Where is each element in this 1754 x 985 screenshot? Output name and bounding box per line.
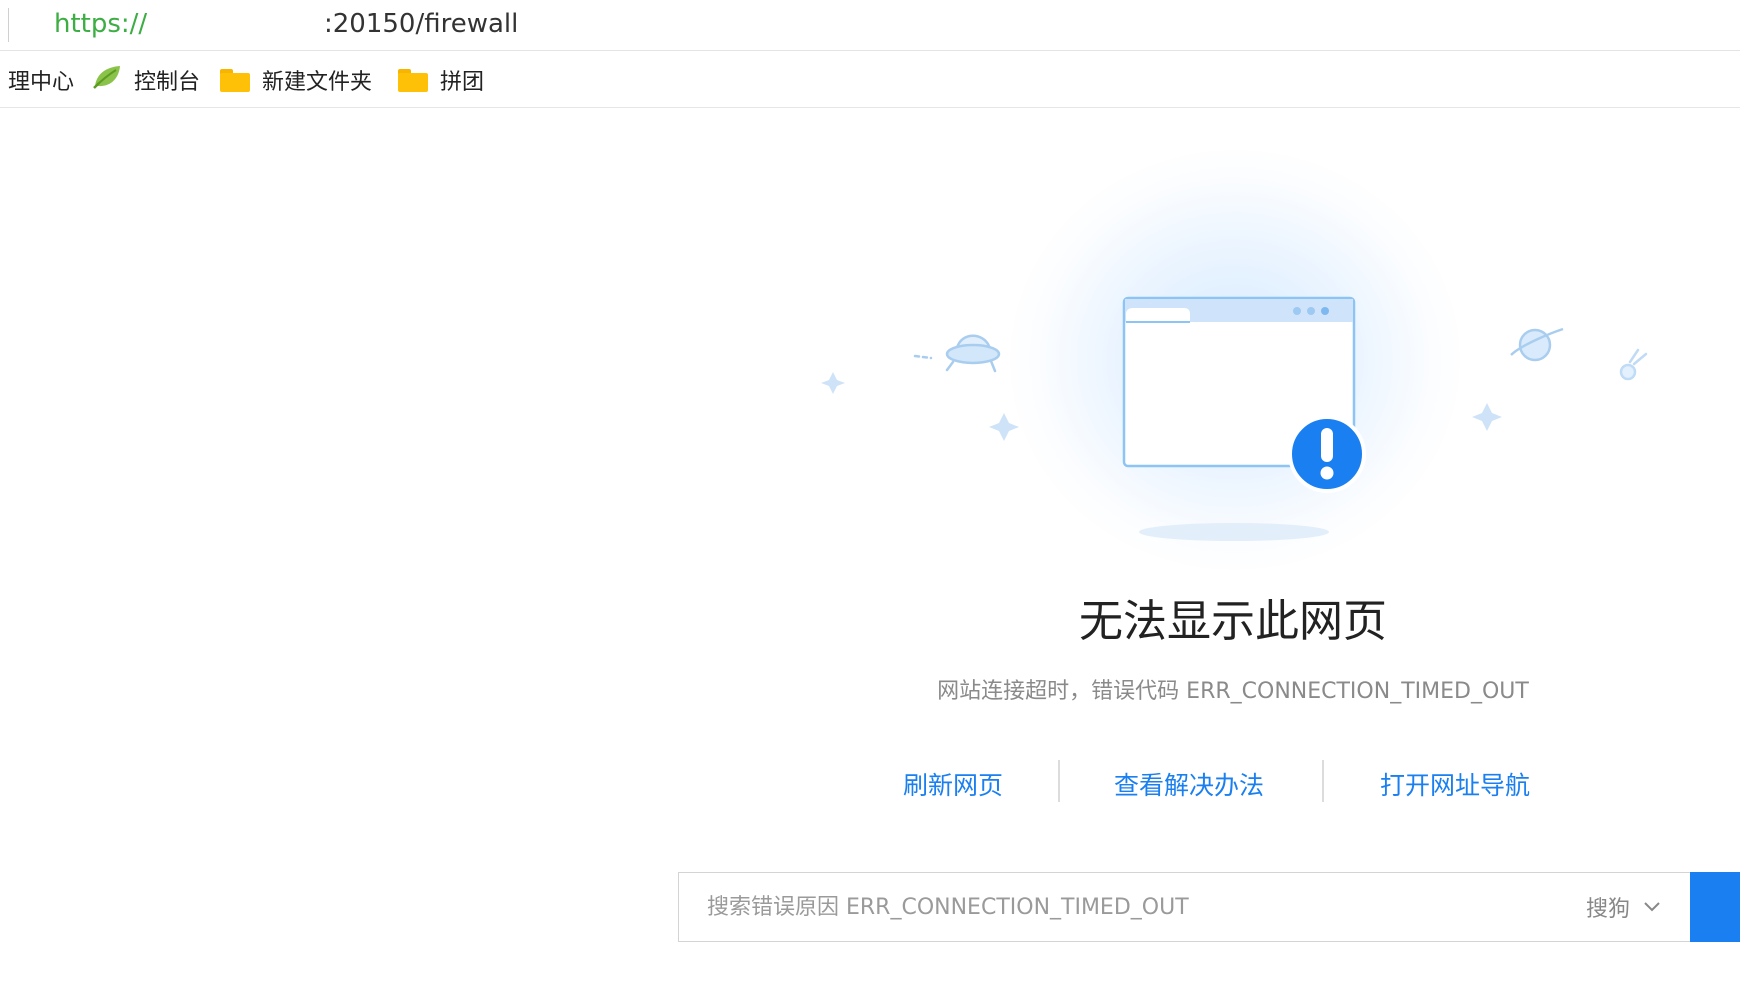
bookmark-folder-new[interactable]: 新建文件夹 — [220, 65, 372, 95]
bookmarks-bar: 理中心 控制台 新建文件夹 拼团 — [0, 51, 1740, 108]
folder-icon — [220, 69, 250, 92]
view-solutions-link[interactable]: 查看解决办法 — [1114, 766, 1264, 802]
bookmark-folder-group-buy[interactable]: 拼团 — [398, 65, 484, 95]
window-shadow — [1139, 523, 1329, 541]
search-input[interactable] — [707, 873, 1527, 941]
url-path[interactable]: :20150/firewall — [324, 9, 518, 39]
bookmark-label: 新建文件夹 — [262, 70, 373, 95]
refresh-page-link[interactable]: 刷新网页 — [903, 766, 1003, 802]
address-bar[interactable]: https:// :20150/firewall — [0, 0, 1740, 51]
bookmark-item-console[interactable]: 控制台 — [92, 65, 200, 95]
address-bar-divider — [8, 8, 9, 42]
ufo-icon — [913, 334, 1001, 373]
bookmark-label: 控制台 — [134, 70, 201, 95]
chevron-down-icon — [1644, 902, 1660, 912]
bookmark-label: 拼团 — [440, 70, 485, 95]
comet-icon — [1619, 348, 1648, 381]
open-url-nav-link[interactable]: 打开网址导航 — [1380, 766, 1530, 802]
folder-icon — [398, 69, 428, 92]
error-search-box: 搜狗 — [678, 872, 1690, 942]
bookmark-item-admin-center[interactable]: 理中心 — [8, 65, 74, 95]
error-title: 无法显示此网页 — [1079, 596, 1387, 647]
search-engine-select[interactable]: 搜狗 — [1586, 873, 1660, 941]
sparkle-icon — [1472, 403, 1502, 431]
action-divider — [1322, 760, 1324, 802]
error-description: 网站连接超时，错误代码 ERR_CONNECTION_TIMED_OUT — [937, 679, 1529, 704]
sparkle-icon — [821, 372, 845, 394]
planet-icon — [1510, 327, 1564, 362]
leaf-icon — [92, 64, 122, 96]
url-scheme[interactable]: https:// — [54, 9, 147, 39]
alert-icon — [1288, 415, 1366, 493]
sparkle-icon — [989, 413, 1019, 441]
bookmark-label: 理中心 — [8, 70, 75, 95]
search-button[interactable] — [1690, 872, 1740, 942]
error-illustration — [821, 296, 1648, 541]
search-engine-label: 搜狗 — [1585, 897, 1630, 922]
action-divider — [1058, 760, 1060, 802]
